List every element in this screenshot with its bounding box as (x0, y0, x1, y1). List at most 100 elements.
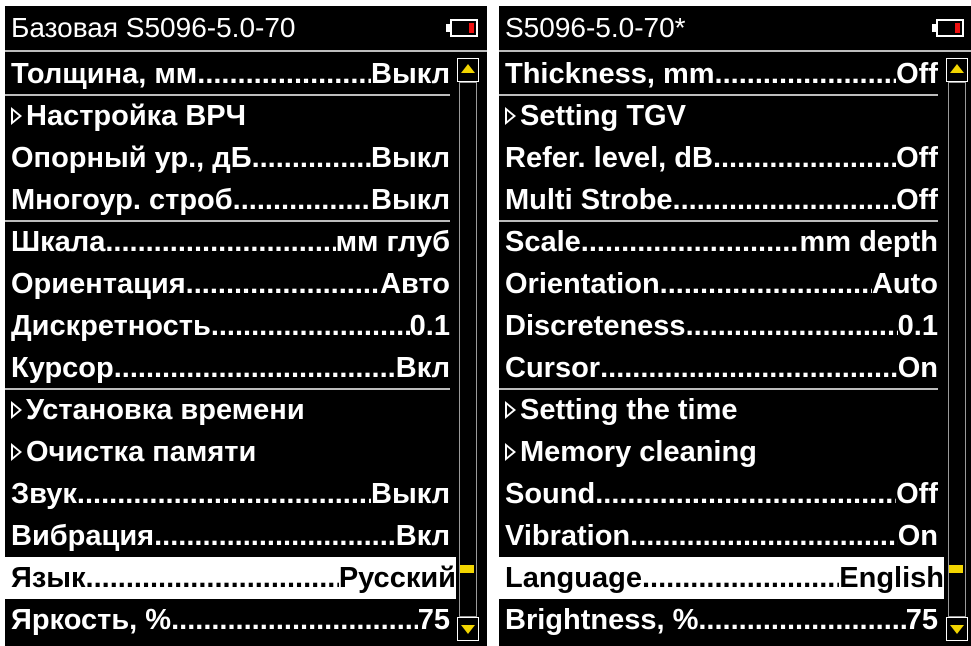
dot-leader (581, 226, 800, 259)
menu-item-value: Выкл (371, 141, 450, 174)
title-divider (499, 50, 971, 52)
scroll-up-icon[interactable] (457, 58, 479, 82)
scrollbar[interactable] (946, 58, 968, 641)
screen-title: S5096-5.0-70* (499, 6, 971, 50)
menu-item[interactable]: Настройка ВРЧ (11, 95, 450, 137)
right-screen-english: S5096-5.0-70* Thickness, mm Off Setting TG… (499, 6, 971, 646)
menu-item[interactable]: Опорный ур., дБ Выкл (11, 137, 450, 179)
menu-item-label: Шкала (11, 225, 106, 258)
menu-item-label: Scale (505, 225, 581, 258)
menu-item[interactable]: Многоур. строб Выкл (11, 179, 450, 221)
menu-item-label: Thickness, mm (505, 57, 715, 90)
menu-item[interactable]: Звук Выкл (11, 473, 450, 515)
menu-item[interactable]: Очистка памяти (11, 431, 450, 473)
menu-item[interactable]: Orientation Auto (505, 263, 938, 305)
menu-item[interactable]: Cursor On (505, 347, 938, 389)
scroll-up-icon[interactable] (946, 58, 968, 82)
menu-item-value: Вкл (395, 351, 450, 384)
dot-leader (171, 604, 418, 637)
submenu-arrow-icon (505, 443, 516, 461)
menu-item-label: Memory cleaning (520, 435, 757, 468)
menu-item[interactable]: Sound Off (505, 473, 938, 515)
dot-leader (715, 58, 897, 91)
scroll-track[interactable] (459, 82, 477, 617)
menu-item-label: Brightness, % (505, 603, 699, 636)
menu-item-value: On (897, 519, 938, 552)
menu-item[interactable]: Multi Strobe Off (505, 179, 938, 221)
menu-item-label: Setting the time (520, 393, 738, 426)
dot-leader (186, 268, 380, 301)
menu-item-label: Multi Strobe (505, 183, 673, 216)
menu-item-label: Vibration (505, 519, 631, 552)
battery-icon (932, 19, 964, 37)
dot-leader (686, 310, 898, 343)
menu-item-label: Язык (11, 561, 86, 594)
menu-item[interactable]: Setting TGV (505, 95, 938, 137)
menu-item-label: Настройка ВРЧ (26, 99, 247, 132)
menu-item-label: Orientation (505, 267, 660, 300)
menu-item[interactable]: Thickness, mm Off (505, 53, 938, 95)
submenu-arrow-icon (11, 443, 22, 461)
menu-item-value: 75 (905, 603, 938, 636)
scroll-thumb[interactable] (949, 565, 963, 573)
menu-item[interactable]: Дискретность 0.1 (11, 305, 450, 347)
dot-leader (114, 352, 396, 385)
menu-item[interactable]: Refer. level, dB Off (505, 137, 938, 179)
menu-item-label: Refer. level, dB (505, 141, 713, 174)
dot-leader (197, 58, 371, 91)
menu-item[interactable]: Толщина, мм Выкл (11, 53, 450, 95)
dot-leader (713, 142, 896, 175)
menu-item-value: Off (896, 141, 938, 174)
menu-item-label: Sound (505, 477, 596, 510)
dot-leader (252, 142, 371, 175)
scroll-down-icon[interactable] (457, 617, 479, 641)
menu-item-value: мм глуб (335, 225, 450, 258)
menu-item-value: Выкл (371, 477, 450, 510)
menu-item-value: Off (896, 477, 938, 510)
menu-item-value: Off (896, 183, 938, 216)
menu-item-label: Setting TGV (520, 99, 686, 132)
menu-item[interactable]: Language English (499, 557, 944, 599)
dot-leader (698, 604, 905, 637)
menu-item[interactable]: Brightness, % 75 (505, 599, 938, 641)
menu-item-label: Многоур. строб (11, 183, 233, 216)
scroll-thumb[interactable] (460, 565, 474, 573)
scroll-track[interactable] (948, 82, 966, 617)
menu-item-label: Cursor (505, 351, 601, 384)
dot-leader (642, 562, 839, 595)
scrollbar[interactable] (457, 58, 479, 641)
menu-item[interactable]: Discreteness 0.1 (505, 305, 938, 347)
menu-item[interactable]: Scale mm depth (505, 221, 938, 263)
menu-item-label: Вибрация (11, 519, 155, 552)
title-divider (5, 50, 487, 52)
menu-item-value: English (839, 561, 944, 594)
menu-item[interactable]: Вибрация Вкл (11, 515, 450, 557)
dot-leader (600, 352, 898, 385)
menu-item-value: Выкл (371, 57, 450, 90)
dot-leader (77, 478, 371, 511)
menu-item[interactable]: Яркость, % 75 (11, 599, 450, 641)
menu-item-value: mm depth (799, 225, 938, 258)
menu-item-label: Установка времени (26, 393, 305, 426)
dot-leader (154, 520, 396, 553)
dot-leader (660, 268, 872, 301)
dot-leader (595, 478, 896, 511)
menu-item-label: Яркость, % (11, 603, 172, 636)
scroll-down-icon[interactable] (946, 617, 968, 641)
menu-item[interactable]: Memory cleaning (505, 431, 938, 473)
submenu-arrow-icon (11, 107, 22, 125)
menu-item[interactable]: Курсор Вкл (11, 347, 450, 389)
menu-item[interactable]: Установка времени (11, 389, 450, 431)
battery-icon (446, 19, 478, 37)
dot-leader (105, 226, 335, 259)
menu-item-label: Ориентация (11, 267, 186, 300)
screen-title: Базовая S5096-5.0-70 (5, 6, 487, 50)
menu-item[interactable]: Ориентация Авто (11, 263, 450, 305)
menu-item[interactable]: Шкала мм глуб (11, 221, 450, 263)
menu-item-value: Русский (338, 561, 456, 594)
menu-item-label: Курсор (11, 351, 114, 384)
menu-item[interactable]: Язык Русский (5, 557, 456, 599)
menu-item[interactable]: Setting the time (505, 389, 938, 431)
dot-leader (86, 562, 339, 595)
menu-item[interactable]: Vibration On (505, 515, 938, 557)
